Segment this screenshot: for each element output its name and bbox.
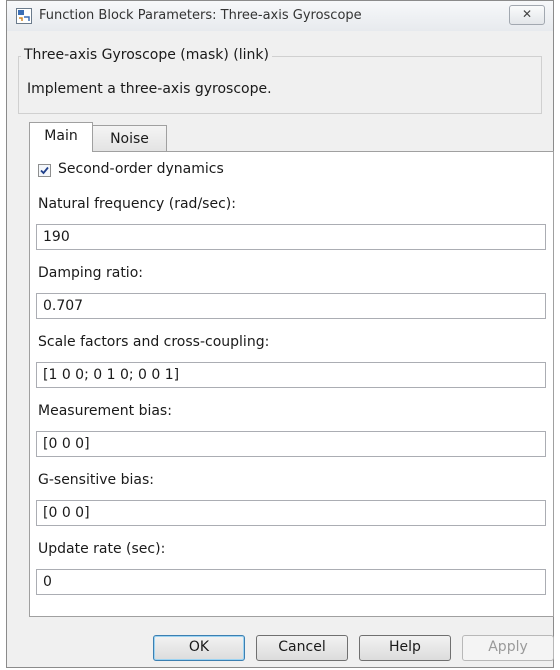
natural-frequency-label: Natural frequency (rad/sec): — [38, 196, 236, 212]
natural-frequency-input[interactable]: 190 — [36, 224, 546, 250]
block-description: Implement a three-axis gyroscope. — [27, 81, 272, 97]
close-button[interactable]: ✕ — [509, 5, 545, 25]
cancel-button[interactable]: Cancel — [256, 635, 348, 661]
g-sensitive-bias-input[interactable]: [0 0 0] — [36, 500, 546, 526]
tab-main[interactable]: Main — [29, 122, 93, 152]
main-tab-panel: Second-order dynamics Natural frequency … — [29, 151, 554, 617]
second-order-dynamics-checkbox[interactable] — [38, 164, 51, 177]
tab-noise[interactable]: Noise — [93, 125, 167, 153]
title-bar[interactable]: Function Block Parameters: Three-axis Gy… — [7, 1, 553, 31]
second-order-dynamics-label: Second-order dynamics — [58, 161, 224, 177]
checkmark-icon — [40, 166, 49, 175]
close-icon: ✕ — [521, 7, 533, 21]
damping-ratio-label: Damping ratio: — [38, 265, 143, 281]
scale-factors-label: Scale factors and cross-coupling: — [38, 334, 270, 350]
update-rate-input[interactable]: 0 — [36, 569, 546, 595]
update-rate-label: Update rate (sec): — [38, 541, 166, 557]
window-title: Function Block Parameters: Three-axis Gy… — [39, 8, 362, 23]
damping-ratio-input[interactable]: 0.707 — [36, 293, 546, 319]
scale-factors-input[interactable]: [1 0 0; 0 1 0; 0 0 1] — [36, 362, 546, 388]
measurement-bias-label: Measurement bias: — [38, 403, 172, 419]
measurement-bias-input[interactable]: [0 0 0] — [36, 431, 546, 457]
ok-button[interactable]: OK — [153, 635, 245, 661]
dialog-window: Function Block Parameters: Three-axis Gy… — [6, 0, 554, 668]
apply-button[interactable]: Apply — [462, 635, 554, 661]
help-button[interactable]: Help — [359, 635, 451, 661]
block-name: Three-axis Gyroscope (mask) (link) — [21, 47, 272, 63]
simulink-block-icon — [16, 8, 32, 24]
g-sensitive-bias-label: G-sensitive bias: — [38, 472, 154, 488]
